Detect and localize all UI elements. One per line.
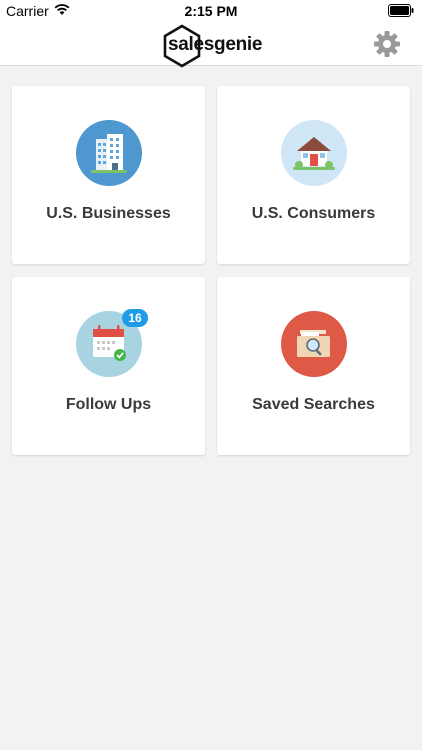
- tile-us-businesses[interactable]: U.S. Businesses: [12, 86, 205, 264]
- tile-label: Saved Searches: [252, 396, 375, 413]
- folder-search-icon: [281, 311, 347, 377]
- status-bar: Carrier 2:15 PM: [0, 0, 422, 22]
- house-icon: [281, 120, 347, 186]
- tile-label: Follow Ups: [65, 396, 152, 413]
- logo-text: salesgenie: [168, 34, 263, 55]
- battery-icon: [388, 4, 414, 17]
- office-building-icon: [76, 120, 142, 186]
- follow-ups-count-badge: 16: [122, 309, 148, 327]
- clock-time: 2:15 PM: [184, 3, 238, 19]
- tile-label: U.S. Consumers: [251, 205, 376, 222]
- tile-saved-searches[interactable]: Saved Searches: [217, 277, 410, 455]
- tile-label: U.S. Businesses: [46, 205, 171, 222]
- nav-bar: salesgenie: [0, 22, 422, 68]
- gear-icon[interactable]: [372, 29, 402, 59]
- tile-us-consumers[interactable]: U.S. Consumers: [217, 86, 410, 264]
- tile-follow-ups[interactable]: 16 Follow Ups: [12, 277, 205, 455]
- salesgenie-logo[interactable]: salesgenie: [162, 24, 263, 68]
